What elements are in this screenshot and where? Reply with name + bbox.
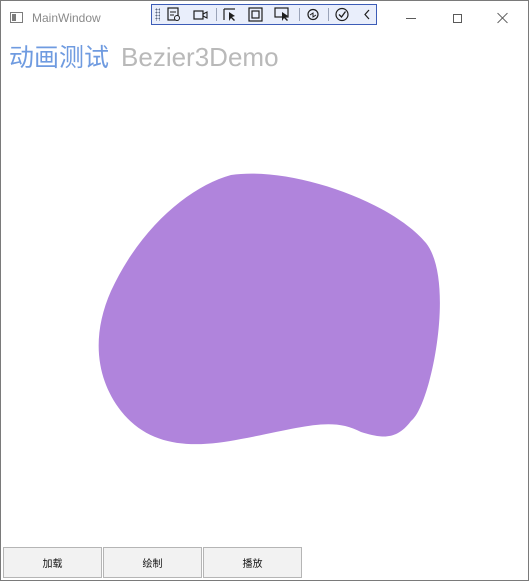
heading-chinese-title: 动画测试: [9, 43, 110, 72]
maximize-button[interactable]: [434, 1, 480, 35]
minimize-icon: [406, 17, 416, 19]
collapse-chevron-icon[interactable]: [359, 7, 376, 22]
bezier-blob-shape: [98, 173, 440, 445]
toolbar-separator: [216, 8, 217, 21]
select-element-icon[interactable]: [222, 7, 239, 22]
live-visual-tree-icon[interactable]: [165, 7, 182, 22]
close-icon: [497, 12, 509, 24]
drawing-canvas: [1, 76, 528, 546]
window-title: MainWindow: [32, 11, 101, 25]
draw-button[interactable]: 绘制: [103, 547, 202, 578]
verify-icon[interactable]: [334, 7, 351, 22]
maximize-icon: [452, 13, 462, 23]
xaml-debug-toolbar: [151, 4, 377, 25]
hot-reload-icon[interactable]: [305, 7, 322, 22]
heading-demo-name: Bezier3Demo: [121, 42, 279, 72]
track-focus-icon[interactable]: [274, 7, 291, 22]
play-button[interactable]: 播放: [203, 547, 302, 578]
close-button[interactable]: [480, 1, 526, 35]
page-heading: 动画测试 Bezier3Demo: [9, 38, 279, 72]
load-button[interactable]: 加载: [3, 547, 102, 578]
bezier-canvas-svg: [98, 173, 440, 445]
camera-icon[interactable]: [192, 7, 209, 22]
main-window: MainWindow 动画测试 Bezier3Demo 加载 绘制 播放: [0, 0, 529, 581]
toolbar-grip-handle[interactable]: [155, 8, 160, 21]
toolbar-separator: [328, 8, 329, 21]
layout-adorner-icon[interactable]: [247, 7, 264, 22]
app-window-icon: [10, 12, 23, 23]
toolbar-separator: [299, 8, 300, 21]
minimize-button[interactable]: [388, 1, 434, 35]
